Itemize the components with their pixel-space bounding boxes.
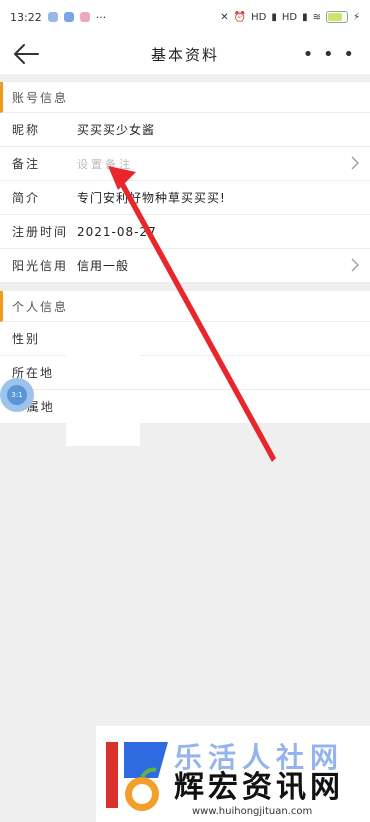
redaction-block bbox=[66, 420, 140, 446]
back-arrow-icon[interactable] bbox=[12, 42, 40, 66]
redaction-block bbox=[66, 325, 140, 357]
nickname-value: 买买买少女酱 bbox=[77, 123, 156, 137]
nickname-label: 昵称 bbox=[12, 123, 41, 137]
account-info-section: 昵称 买买买少女酱 备注 设置备注 简介 专门安利好物种草买买买! 注册时间 2… bbox=[0, 113, 370, 283]
status-bar: 13:22 ··· ✕ ⏰ HD ▮ HD ▮ ≋ ⚡ bbox=[0, 0, 370, 34]
gender-row: 性别 bbox=[0, 322, 370, 356]
watermark-url: www.huihongjituan.com bbox=[192, 806, 313, 817]
battery-icon bbox=[325, 11, 348, 23]
ip-location-row: IP属地 bbox=[0, 390, 370, 424]
chevron-right-icon bbox=[351, 156, 359, 170]
app-notification-icon bbox=[63, 12, 74, 22]
section-header-account: 账号信息 bbox=[0, 82, 370, 113]
location-row: 所在地 bbox=[0, 356, 370, 390]
hd-label: HD bbox=[251, 11, 267, 23]
page-title: 基本资料 bbox=[150, 45, 219, 64]
charging-icon: ⚡ bbox=[352, 11, 360, 23]
brand-logo-icon bbox=[106, 742, 168, 811]
floating-ball-label: 3:1 bbox=[7, 385, 27, 405]
bio-label: 简介 bbox=[12, 191, 41, 205]
hd-label: HD bbox=[281, 11, 298, 23]
section-header-personal: 个人信息 bbox=[0, 291, 370, 322]
chevron-right-icon bbox=[351, 258, 359, 272]
more-options-icon[interactable]: • • • bbox=[303, 44, 356, 65]
bio-row: 简介 专门安利好物种草买买买! bbox=[0, 181, 370, 215]
remark-placeholder[interactable]: 设置备注 bbox=[77, 156, 133, 172]
alarm-icon: ⏰ bbox=[233, 11, 247, 23]
more-notifications-icon: ··· bbox=[95, 10, 107, 24]
watermark-brand-main: 辉宏资讯网 bbox=[174, 770, 344, 805]
signal-icon: ▮ bbox=[271, 11, 277, 23]
personal-info-section: 性别 所在地 IP属地 bbox=[0, 322, 370, 424]
register-time-label: 注册时间 bbox=[12, 225, 69, 239]
credit-label: 阳光信用 bbox=[12, 259, 69, 273]
register-time-row: 注册时间 2021-08-27 bbox=[0, 215, 370, 249]
wifi-icon: ≋ bbox=[312, 11, 321, 23]
status-time: 13:22 bbox=[10, 10, 42, 24]
top-nav-bar: 基本资料 • • • bbox=[0, 34, 370, 74]
remark-row[interactable]: 备注 设置备注 bbox=[0, 147, 370, 181]
floating-assist-ball[interactable]: 3:1 bbox=[0, 378, 34, 412]
nickname-row: 昵称 买买买少女酱 bbox=[0, 113, 370, 147]
remark-label: 备注 bbox=[12, 157, 41, 171]
register-time-value: 2021-08-27 bbox=[77, 224, 157, 239]
app-notification-icon bbox=[79, 12, 90, 22]
signal-icon: ▮ bbox=[302, 11, 308, 23]
bio-value: 专门安利好物种草买买买! bbox=[77, 191, 226, 205]
credit-row[interactable]: 阳光信用 信用一般 bbox=[0, 249, 370, 283]
app-notification-icon bbox=[47, 12, 58, 22]
watermark-footer: 乐活人社网 辉宏资讯网 www.huihongjituan.com bbox=[96, 726, 370, 822]
credit-value: 信用一般 bbox=[77, 259, 130, 273]
mute-icon: ✕ bbox=[220, 11, 229, 23]
